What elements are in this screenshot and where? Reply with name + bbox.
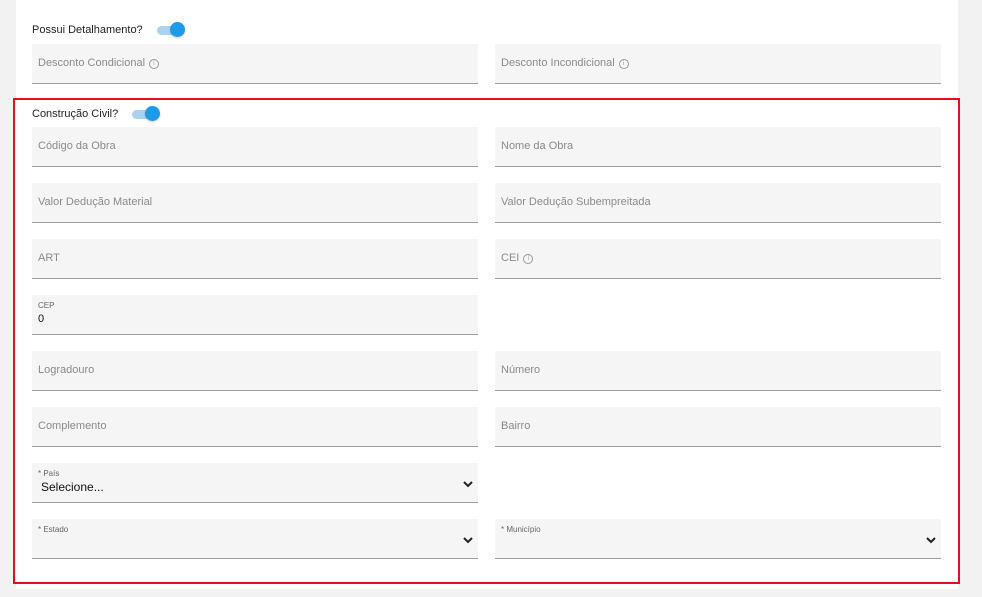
complemento-placeholder: Complemento <box>38 420 107 432</box>
nome-obra-placeholder: Nome da Obra <box>501 140 574 152</box>
bairro-field[interactable]: Bairro <box>495 407 941 447</box>
desconto-incondicional-field[interactable]: Desconto Incondicional i <box>495 44 941 84</box>
desconto-condicional-label: Desconto Condicional <box>38 57 146 69</box>
pais-select[interactable]: * País Selecione... <box>32 463 478 503</box>
art-placeholder: ART <box>38 252 60 264</box>
detalhamento-label: Possui Detalhamento? <box>32 24 143 36</box>
nome-obra-field[interactable]: Nome da Obra <box>495 127 941 167</box>
municipio-label: * Município <box>501 525 541 534</box>
construcao-toggle-row: Construção Civil? <box>32 106 161 122</box>
desconto-incondicional-placeholder: Desconto Incondicional i <box>501 57 629 69</box>
toggle-knob <box>169 22 185 37</box>
bairro-placeholder: Bairro <box>501 420 531 432</box>
cei-placeholder: CEI i <box>501 252 534 264</box>
cep-label: CEP <box>38 301 55 310</box>
valor-deducao-subempreitada-placeholder: Valor Dedução Subempreitada <box>501 196 651 208</box>
municipio-select[interactable]: * Município <box>495 519 941 559</box>
info-icon: i <box>618 59 629 69</box>
cep-field[interactable]: CEP 0 <box>32 295 478 335</box>
numero-placeholder: Número <box>501 364 541 376</box>
cei-label: CEI <box>501 252 520 264</box>
codigo-obra-field[interactable]: Código da Obra <box>32 127 478 167</box>
desconto-incondicional-label: Desconto Incondicional <box>501 57 615 69</box>
complemento-field[interactable]: Complemento <box>32 407 478 447</box>
logradouro-field[interactable]: Logradouro <box>32 351 478 391</box>
art-field[interactable]: ART <box>32 239 478 279</box>
valor-deducao-material-placeholder: Valor Dedução Material <box>38 196 153 208</box>
cep-value: 0 <box>38 313 45 325</box>
info-icon: i <box>523 254 534 264</box>
valor-deducao-subempreitada-field[interactable]: Valor Dedução Subempreitada <box>495 183 941 223</box>
info-icon: i <box>149 59 160 69</box>
desconto-condicional-placeholder: Desconto Condicional i <box>38 57 160 69</box>
cei-field[interactable]: CEI i <box>495 239 941 279</box>
estado-select[interactable]: * Estado <box>32 519 478 559</box>
logradouro-placeholder: Logradouro <box>38 364 95 376</box>
detalhamento-toggle[interactable] <box>156 22 185 38</box>
desconto-condicional-field[interactable]: Desconto Condicional i <box>32 44 478 84</box>
pais-value: Selecione... <box>41 480 104 494</box>
toggle-knob <box>145 106 161 121</box>
valor-deducao-material-field[interactable]: Valor Dedução Material <box>32 183 478 223</box>
estado-label: * Estado <box>38 525 69 534</box>
pais-label: * País <box>38 469 60 478</box>
chevron-down-icon <box>926 537 936 544</box>
chevron-down-icon <box>463 481 473 488</box>
codigo-obra-placeholder: Código da Obra <box>38 140 116 152</box>
construcao-toggle[interactable] <box>132 106 161 122</box>
chevron-down-icon <box>463 537 473 544</box>
numero-field[interactable]: Número <box>495 351 941 391</box>
construcao-label: Construção Civil? <box>32 108 119 120</box>
detalhamento-toggle-row: Possui Detalhamento? <box>32 22 185 38</box>
